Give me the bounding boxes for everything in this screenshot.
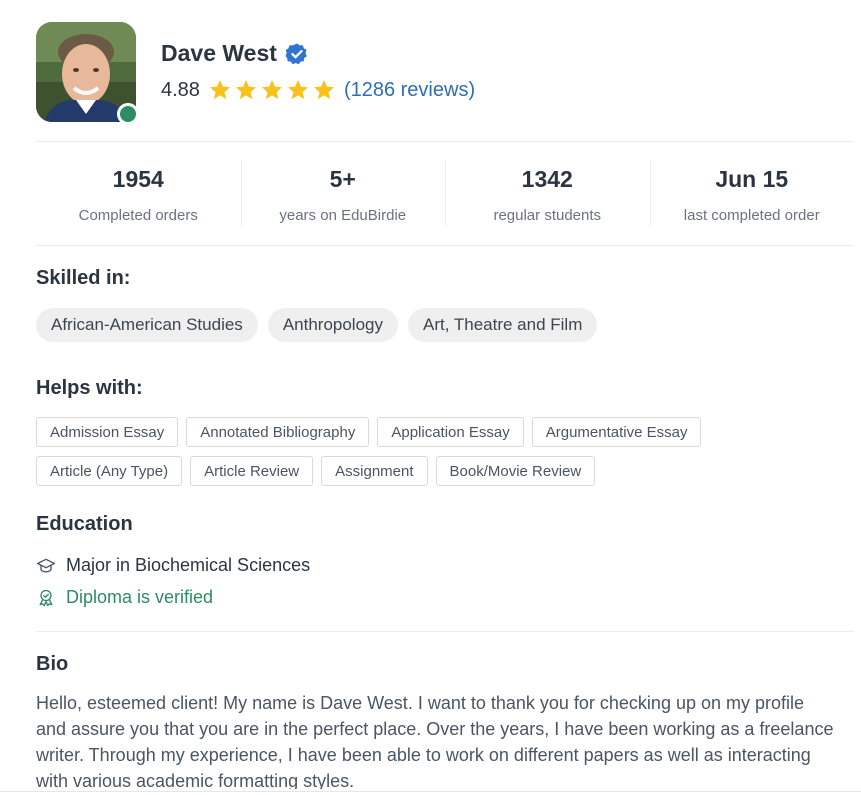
stat-years: 5+ years on EduBirdie bbox=[240, 142, 446, 246]
helps-title: Helps with: bbox=[36, 377, 143, 399]
stat-completed-orders: 1954 Completed orders bbox=[36, 142, 241, 246]
stat-value: 1954 bbox=[112, 166, 164, 192]
stat-label: last completed order bbox=[683, 207, 820, 224]
bottom-divider bbox=[0, 791, 861, 792]
skill-chip[interactable]: Art, Theatre and Film bbox=[408, 308, 598, 342]
education-major: Major in Biochemical Sciences bbox=[36, 555, 310, 576]
rating-value: 4.88 bbox=[161, 78, 200, 101]
stat-label: years on EduBirdie bbox=[279, 207, 407, 224]
reviews-link[interactable]: (1286 reviews) bbox=[344, 79, 475, 102]
skill-chip[interactable]: Anthropology bbox=[267, 308, 398, 342]
skill-chip[interactable]: African-American Studies bbox=[36, 308, 258, 342]
help-tag[interactable]: Article (Any Type) bbox=[36, 456, 183, 486]
major-text: Major in Biochemical Sciences bbox=[66, 555, 311, 575]
star-icon bbox=[313, 80, 334, 100]
star-icon bbox=[235, 80, 256, 100]
skills-list: African-American Studies Anthropology Ar… bbox=[36, 308, 598, 342]
profile-name: Dave West bbox=[161, 40, 277, 66]
award-ribbon-icon bbox=[39, 589, 53, 606]
star-icon bbox=[209, 80, 230, 100]
stat-last-order: Jun 15 last completed order bbox=[649, 142, 855, 246]
help-tag[interactable]: Argumentative Essay bbox=[531, 417, 702, 447]
online-status-dot bbox=[117, 103, 139, 125]
helps-list: Admission Essay Annotated Bibliography A… bbox=[36, 417, 836, 486]
stat-value: 5+ bbox=[329, 166, 356, 192]
bio-title: Bio bbox=[36, 653, 69, 675]
help-tag[interactable]: Annotated Bibliography bbox=[186, 417, 370, 447]
bottom-fade bbox=[0, 789, 861, 795]
verified-badge-icon bbox=[285, 43, 307, 64]
rating-stars bbox=[208, 78, 336, 102]
star-icon bbox=[287, 80, 308, 100]
help-tag[interactable]: Book/Movie Review bbox=[435, 456, 596, 486]
education-diploma: Diploma is verified bbox=[36, 587, 213, 608]
stat-value: Jun 15 bbox=[715, 166, 789, 192]
help-tag[interactable]: Assignment bbox=[321, 456, 428, 486]
bio-text: Hello, esteemed client! My name is Dave … bbox=[36, 693, 834, 791]
stats-bar: 1954 Completed orders 5+ years on EduBir… bbox=[36, 142, 854, 246]
stat-label: Completed orders bbox=[78, 207, 198, 224]
stat-label: regular students bbox=[493, 207, 602, 224]
help-tag[interactable]: Application Essay bbox=[377, 417, 524, 447]
star-icon bbox=[261, 80, 282, 100]
divider bbox=[36, 245, 854, 246]
stat-value: 1342 bbox=[521, 166, 573, 192]
graduation-cap-icon bbox=[37, 558, 55, 573]
stat-regular-students: 1342 regular students bbox=[445, 142, 650, 246]
divider bbox=[36, 631, 854, 632]
diploma-verified-text: Diploma is verified bbox=[66, 587, 214, 607]
education-title: Education bbox=[36, 513, 133, 535]
help-tag[interactable]: Admission Essay bbox=[36, 417, 179, 447]
skills-title: Skilled in: bbox=[36, 267, 131, 289]
help-tag[interactable]: Article Review bbox=[190, 456, 314, 486]
